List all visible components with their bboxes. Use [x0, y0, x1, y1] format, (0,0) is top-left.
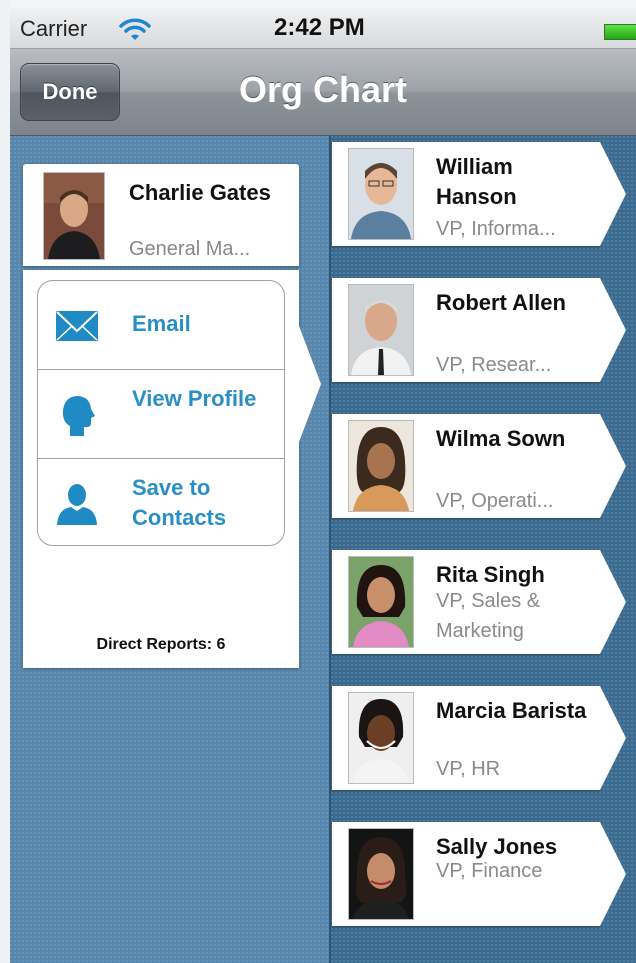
- view-profile-label: View Profile: [132, 386, 257, 411]
- person-title: VP, Informa...: [436, 218, 556, 240]
- person-title: VP, HR: [436, 758, 501, 780]
- selected-person-card[interactable]: Charlie Gates General Ma...: [23, 164, 299, 266]
- person-photo: [348, 556, 414, 648]
- report-card[interactable]: Rita Singh VP, Sales & Marketing: [332, 550, 636, 654]
- wifi-icon: [119, 18, 151, 40]
- report-card[interactable]: Marcia Barista VP, HR: [332, 686, 636, 790]
- save-to-contacts-action[interactable]: Save to Contacts: [38, 459, 284, 545]
- report-card[interactable]: Sally Jones VP, Finance: [332, 822, 636, 926]
- person-photo: [348, 692, 414, 784]
- profile-head-icon: [62, 396, 95, 436]
- contact-person-icon: [57, 484, 97, 525]
- status-time: 2:42 PM: [274, 14, 365, 41]
- page-title: Org Chart: [238, 69, 407, 110]
- person-title: VP, Resear...: [436, 354, 552, 376]
- report-card[interactable]: William Hanson VP, Informa...: [332, 142, 636, 246]
- report-card[interactable]: Robert Allen VP, Resear...: [332, 278, 636, 382]
- navigation-bar: Done Org Chart: [10, 49, 636, 136]
- person-title: VP, Operati...: [436, 490, 554, 512]
- report-card[interactable]: Wilma Sown VP, Operati...: [332, 414, 636, 518]
- carrier-label: Carrier: [20, 16, 88, 41]
- person-name: William Hanson: [436, 154, 517, 209]
- person-photo: [348, 420, 414, 512]
- pane-divider: [329, 136, 331, 963]
- envelope-icon: [56, 311, 98, 341]
- card-arrow-tip: [600, 278, 626, 382]
- report-card-body: Robert Allen VP, Resear...: [332, 278, 600, 382]
- battery-icon: [604, 24, 636, 40]
- person-title: General Ma...: [129, 238, 251, 260]
- person-title: VP, Finance: [436, 860, 543, 882]
- report-card-body: Sally Jones VP, Finance: [332, 822, 600, 926]
- person-title: VP, Sales & Marketing: [436, 590, 541, 642]
- person-name: Wilma Sown: [436, 426, 566, 451]
- person-detail-panel: Email View Profile Save to Contacts Dire…: [23, 270, 299, 668]
- card-arrow-tip: [600, 822, 626, 926]
- card-arrow-tip: [600, 550, 626, 654]
- card-arrow-tip: [600, 686, 626, 790]
- screen-border-top: [0, 0, 636, 8]
- email-action[interactable]: Email: [38, 281, 284, 370]
- person-name: Charlie Gates: [129, 180, 271, 205]
- report-card-body: William Hanson VP, Informa...: [332, 142, 600, 246]
- email-label: Email: [132, 311, 191, 336]
- save-to-contacts-label: Save to Contacts: [132, 475, 227, 530]
- screen-border-left: [0, 0, 10, 963]
- direct-reports-count: Direct Reports: 6: [96, 636, 226, 653]
- status-bar: Carrier 2:42 PM: [10, 8, 636, 49]
- panel-pointer-arrow: [299, 326, 321, 442]
- person-photo: [348, 148, 414, 240]
- person-photo: [43, 172, 105, 260]
- action-list: Email View Profile Save to Contacts: [37, 280, 285, 546]
- view-profile-action[interactable]: View Profile: [38, 370, 284, 459]
- person-name: Marcia Barista: [436, 698, 587, 723]
- card-arrow-tip: [600, 414, 626, 518]
- person-name: Sally Jones: [436, 834, 558, 859]
- person-name: Robert Allen: [436, 290, 566, 315]
- report-card-body: Marcia Barista VP, HR: [332, 686, 600, 790]
- person-photo: [348, 284, 414, 376]
- card-arrow-tip: [600, 142, 626, 246]
- report-card-body: Wilma Sown VP, Operati...: [332, 414, 600, 518]
- report-card-body: Rita Singh VP, Sales & Marketing: [332, 550, 600, 654]
- person-photo: [348, 828, 414, 920]
